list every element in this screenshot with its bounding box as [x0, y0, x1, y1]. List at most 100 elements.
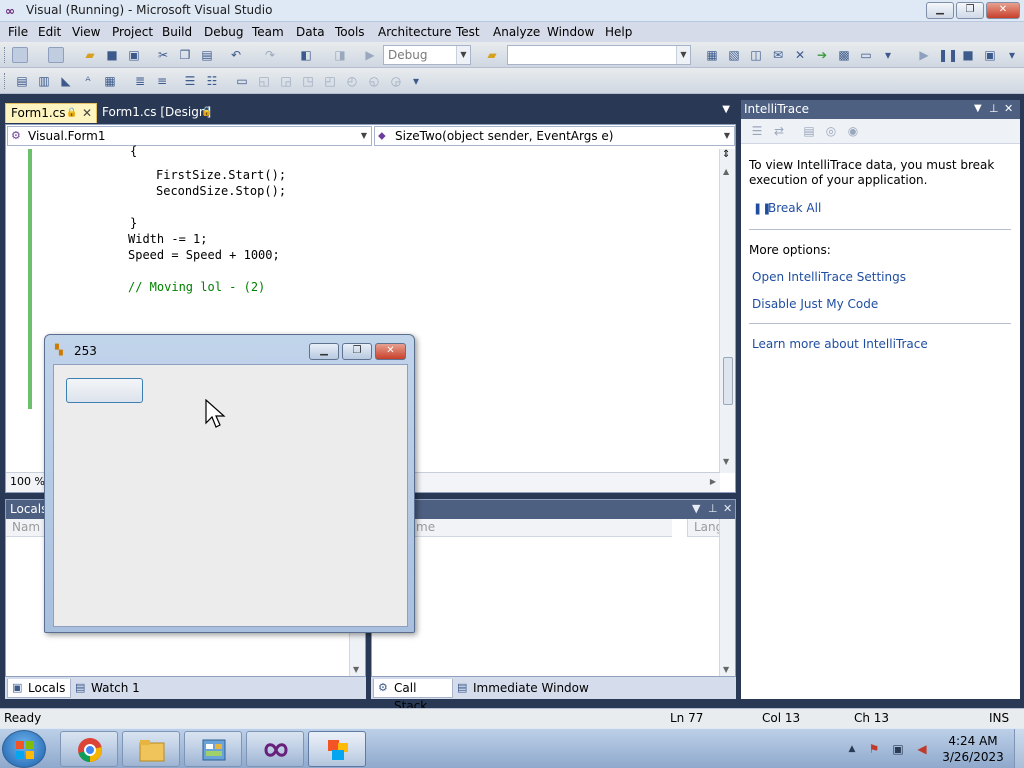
taskbar-visual-studio[interactable]	[246, 731, 304, 767]
paste-icon[interactable]: ▤	[199, 47, 215, 63]
previous-bookmark-icon[interactable]: ◱	[256, 73, 272, 89]
disable-just-my-code-link[interactable]: Disable Just My Code	[752, 297, 878, 311]
find-in-files-icon[interactable]: ▰	[484, 47, 500, 63]
menu-tools[interactable]: Tools	[335, 25, 365, 39]
start-icon[interactable]: ▶	[362, 47, 378, 63]
close-button[interactable]: ✕	[986, 2, 1020, 19]
new-project-icon[interactable]	[12, 47, 28, 63]
comment-lines-icon[interactable]: ☰	[182, 73, 198, 89]
type-combo[interactable]: ⚙ Visual.Form1 ▼	[7, 126, 372, 146]
menu-debug[interactable]: Debug	[204, 25, 243, 39]
call-stack-scrollbar[interactable]: ▼	[719, 519, 735, 676]
open-intellitrace-settings-link[interactable]: Open IntelliTrace Settings	[752, 270, 906, 284]
calls-view-icon[interactable]: ⇄	[771, 123, 787, 139]
pin-icon[interactable]: ⊥	[989, 100, 999, 118]
tab-form1-cs[interactable]: Form1.cs 🔒 ✕	[5, 103, 97, 123]
toolbox-icon[interactable]: ✉	[770, 47, 786, 63]
menu-edit[interactable]: Edit	[38, 25, 61, 39]
scroll-up-icon[interactable]: ▲	[723, 167, 729, 176]
clock[interactable]: 4:24 AM 3/26/2023	[934, 733, 1012, 765]
display-quick-info-icon[interactable]: ◣	[58, 73, 74, 89]
previous-bookmark-in-document-icon[interactable]: ◴	[344, 73, 360, 89]
close-tab-icon[interactable]: ✕	[82, 104, 92, 122]
settings-icon[interactable]: ◉	[845, 123, 861, 139]
clear-bookmarks-icon[interactable]: ◶	[388, 73, 404, 89]
copy-icon[interactable]: ❐	[177, 47, 193, 63]
scroll-down-icon[interactable]: ▼	[723, 457, 729, 466]
menu-view[interactable]: View	[72, 25, 100, 39]
scroll-right-icon[interactable]: ▶	[710, 473, 716, 491]
open-icon[interactable]: ▰	[82, 47, 98, 63]
overflow-icon[interactable]: ▾	[880, 47, 896, 63]
network-icon[interactable]: ▣	[890, 741, 906, 757]
taskbar-windows-forms-app[interactable]	[308, 731, 366, 767]
object-browser-icon[interactable]: ◫	[748, 47, 764, 63]
running-form-window[interactable]: ▚ 253 ▁ ❐ ✕	[44, 334, 415, 633]
volume-muted-icon[interactable]: ◀	[914, 741, 930, 757]
show-hidden-icons-icon[interactable]: ▲	[844, 741, 860, 757]
stop-icon[interactable]: ■	[960, 47, 976, 63]
form-maximize-button[interactable]: ❐	[342, 343, 372, 360]
scroll-down-icon[interactable]: ▼	[723, 665, 729, 674]
pin-icon[interactable]: ⊥	[708, 500, 718, 518]
menu-help[interactable]: Help	[605, 25, 632, 39]
tab-form1-design[interactable]: Form1.cs [Design] 🔒	[97, 103, 227, 123]
active-files-dropdown-icon[interactable]: ▼	[722, 104, 730, 115]
display-word-completion-icon[interactable]: ᴬ	[80, 73, 96, 89]
taskbar-control-panel[interactable]	[184, 731, 242, 767]
stop-debugging-icon[interactable]: ▭	[858, 47, 874, 63]
toggle-bookmark-icon[interactable]: ▭	[234, 73, 250, 89]
menu-file[interactable]: File	[8, 25, 28, 39]
editor-vertical-scrollbar[interactable]: ⇕ ▲ ▼	[719, 149, 735, 473]
menu-window[interactable]: Window	[547, 25, 594, 39]
cut-icon[interactable]: ✂	[155, 47, 171, 63]
next-bookmark-icon[interactable]: ◲	[278, 73, 294, 89]
window-position-icon[interactable]: ▼	[692, 500, 700, 518]
undo-icon[interactable]: ↶	[228, 47, 244, 63]
display-object-member-list-icon[interactable]: ▤	[14, 73, 30, 89]
split-icon[interactable]: ⇕	[722, 149, 730, 160]
call-stack-name-column[interactable]: me	[372, 519, 672, 537]
minimize-button[interactable]: ▁	[926, 2, 954, 19]
find-combo[interactable]: ▼	[507, 45, 691, 65]
next-bookmark-in-folder-icon[interactable]: ◰	[322, 73, 338, 89]
form-close-button[interactable]: ✕	[375, 343, 406, 360]
previous-bookmark-in-folder-icon[interactable]: ◳	[300, 73, 316, 89]
member-combo[interactable]: ⬥ SizeTwo(object sender, EventArgs e) ▼	[374, 126, 735, 146]
threads-icon[interactable]: ◎	[823, 123, 839, 139]
display-parameter-info-icon[interactable]: ▥	[36, 73, 52, 89]
events-view-icon[interactable]: ☰	[749, 123, 765, 139]
taskbar-chrome[interactable]	[60, 731, 118, 767]
menu-data[interactable]: Data	[296, 25, 325, 39]
overflow-icon[interactable]: ▾	[408, 73, 424, 89]
categories-icon[interactable]: ▤	[801, 123, 817, 139]
break-all-link[interactable]: Break All	[768, 201, 821, 215]
save-icon[interactable]: ■	[104, 47, 120, 63]
solution-explorer-icon[interactable]: ▦	[704, 47, 720, 63]
learn-more-intellitrace-link[interactable]: Learn more about IntelliTrace	[752, 337, 928, 351]
tab-call-stack[interactable]: ⚙ Call Stack	[373, 679, 453, 713]
tab-watch-1[interactable]: ▤ Watch 1	[71, 679, 151, 698]
form-button[interactable]	[66, 378, 143, 403]
tab-locals[interactable]: ▣ Locals	[7, 679, 71, 698]
pause-icon[interactable]: ❚❚	[938, 47, 958, 63]
show-desktop-button[interactable]	[1014, 729, 1024, 768]
menu-test[interactable]: Test	[456, 25, 480, 39]
redo-icon[interactable]: ↷	[262, 47, 278, 63]
scroll-down-icon[interactable]: ▼	[353, 665, 359, 674]
next-bookmark-in-document-icon[interactable]: ◵	[366, 73, 382, 89]
start-button[interactable]	[2, 730, 46, 768]
menu-project[interactable]: Project	[112, 25, 153, 39]
save-all-icon[interactable]: ▣	[126, 47, 142, 63]
complete-word-icon[interactable]: ▦	[102, 73, 118, 89]
increase-indent-icon[interactable]: ≡	[154, 73, 170, 89]
navigate-back-icon[interactable]: ◧	[298, 47, 314, 63]
scrollbar-thumb[interactable]	[723, 357, 733, 405]
toolbar-grip[interactable]	[4, 73, 7, 89]
call-stack-language-column[interactable]: Lang	[687, 519, 723, 537]
solution-config-combo[interactable]: Debug ▼	[383, 45, 471, 65]
action-center-icon[interactable]: ⚑	[866, 741, 882, 757]
maximize-button[interactable]: ❐	[956, 2, 984, 19]
play-icon[interactable]: ▶	[916, 47, 932, 63]
start-page-icon[interactable]: ✕	[792, 47, 808, 63]
